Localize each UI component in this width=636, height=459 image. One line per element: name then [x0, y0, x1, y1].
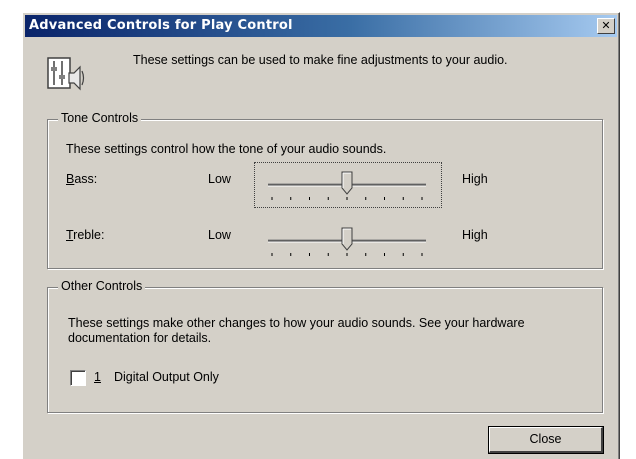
other-description: These settings make other changes to how…: [68, 316, 525, 345]
other-controls-group: Other Controls These settings make other…: [47, 279, 603, 413]
bass-slider[interactable]: [262, 164, 432, 204]
close-icon[interactable]: ✕: [597, 18, 615, 34]
bass-low-label: Low: [208, 172, 231, 186]
tone-description: These settings control how the tone of y…: [66, 142, 387, 156]
title-bar[interactable]: Advanced Controls for Play Control ✕: [25, 15, 617, 37]
other-controls-label: Other Controls: [58, 279, 146, 293]
treble-low-label: Low: [208, 228, 231, 242]
tone-controls-group: Tone Controls These settings control how…: [47, 111, 603, 269]
treble-high-label: High: [462, 228, 488, 242]
window-title: Advanced Controls for Play Control: [29, 18, 293, 33]
digital-output-label[interactable]: Digital Output Only: [114, 370, 219, 384]
bass-slider-thumb[interactable]: [341, 171, 353, 195]
speaker-settings-icon: [47, 57, 85, 91]
treble-label-text: reble:: [73, 228, 105, 242]
digital-output-number-text: 1: [94, 370, 101, 384]
digital-output-checkbox[interactable]: [70, 370, 86, 386]
tone-controls-label: Tone Controls: [58, 111, 142, 125]
bass-label: Bass:: [66, 172, 97, 186]
bass-label-text: ass:: [74, 172, 98, 186]
header-description: These settings can be used to make fine …: [133, 53, 508, 67]
close-button[interactable]: Close: [488, 426, 604, 454]
treble-slider[interactable]: [262, 220, 432, 260]
advanced-controls-dialog: Advanced Controls for Play Control ✕ The…: [22, 12, 620, 459]
treble-label: Treble:: [66, 228, 104, 242]
treble-slider-thumb[interactable]: [341, 227, 353, 251]
bass-slider-ticks: [271, 197, 423, 200]
bass-high-label: High: [462, 172, 488, 186]
digital-output-number: 1: [94, 370, 101, 384]
treble-slider-ticks: [271, 253, 423, 256]
